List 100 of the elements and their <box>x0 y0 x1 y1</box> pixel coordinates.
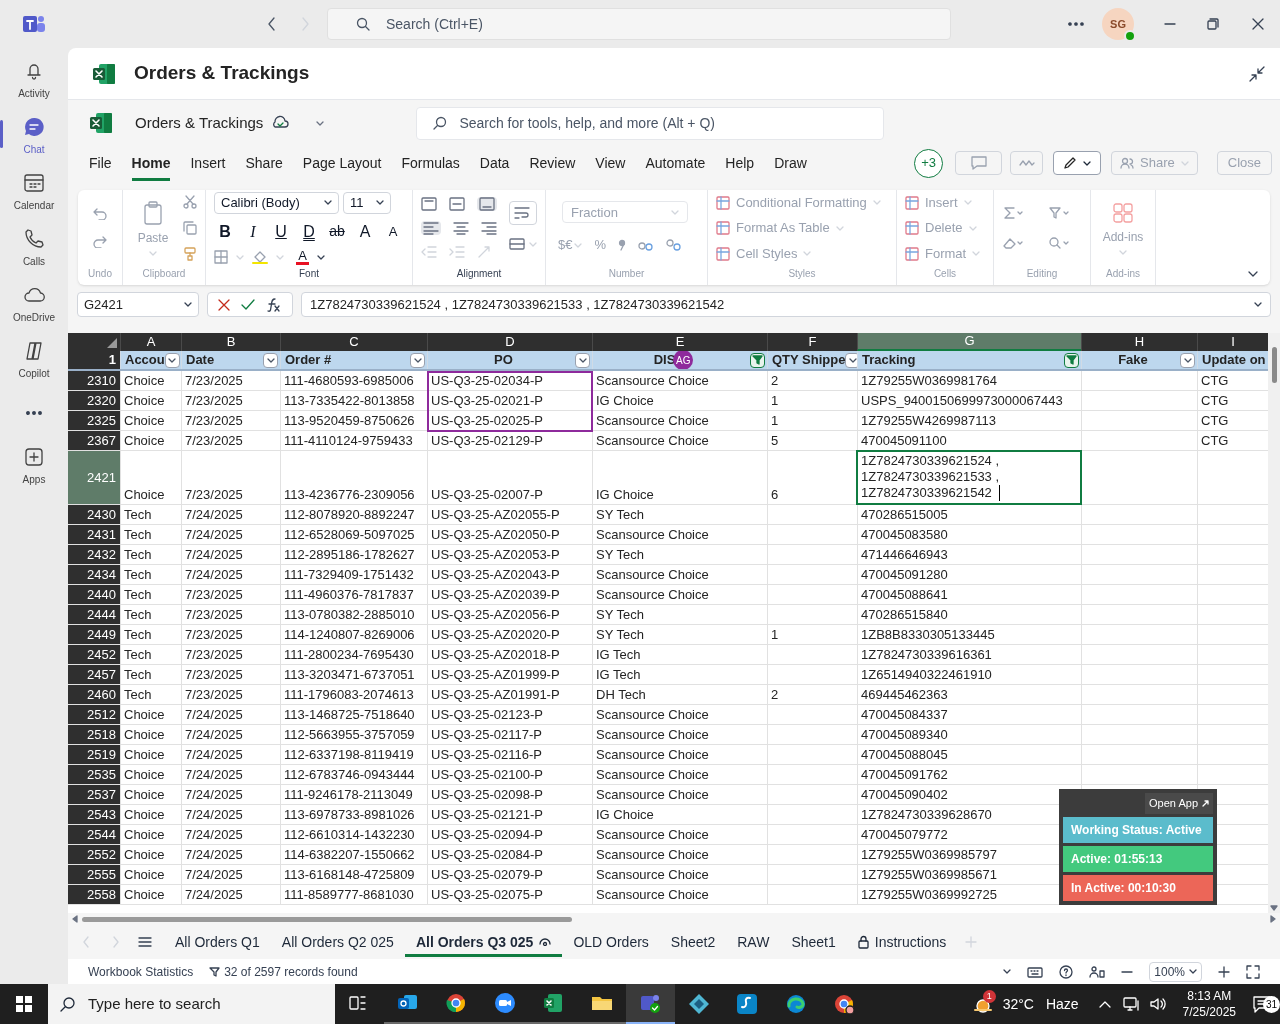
restore-icon[interactable] <box>1207 18 1219 30</box>
menu-tab[interactable]: Formulas <box>401 148 460 178</box>
show-hidden-icon[interactable] <box>1098 1000 1111 1008</box>
video-call-icon[interactable] <box>492 991 517 1015</box>
font-name-field[interactable]: Calibri (Body) <box>214 191 339 214</box>
script-app-icon[interactable] <box>735 992 760 1016</box>
row-header[interactable]: 2421 <box>68 451 120 504</box>
filter-button[interactable] <box>263 352 278 368</box>
sheet-tab[interactable]: Instructions <box>846 927 958 957</box>
filter-button[interactable] <box>845 352 857 368</box>
italic-button[interactable]: I <box>242 220 264 243</box>
chevron-down-icon[interactable] <box>1003 969 1012 974</box>
merge-icon[interactable] <box>509 237 525 251</box>
bold-button[interactable]: B <box>214 220 236 243</box>
filter-button[interactable] <box>575 352 590 368</box>
collapse-icon[interactable] <box>1248 64 1266 83</box>
column-header[interactable]: G <box>857 333 1081 351</box>
menu-tab[interactable]: Share <box>245 148 283 178</box>
formula-field[interactable]: 1Z7824730339621524 , 1Z7824730339621533 , 1Z7824730339621542 <box>301 292 1271 317</box>
filter-button[interactable] <box>1180 352 1195 368</box>
row-header[interactable]: 2518 <box>68 725 120 744</box>
filter-button[interactable] <box>164 352 180 368</box>
row-header[interactable]: 2310 <box>68 371 120 390</box>
font-color-button[interactable]: A <box>296 249 309 265</box>
sheet-tab[interactable]: Sheet2 <box>659 927 727 957</box>
filter-applied-button[interactable] <box>750 352 765 368</box>
zoom-level[interactable]: 100% <box>1149 961 1202 982</box>
comma-style-icon[interactable] <box>618 239 627 251</box>
strike-button[interactable]: ab <box>326 220 348 243</box>
chevron-down-icon[interactable] <box>848 357 857 363</box>
more-icon[interactable] <box>26 411 42 415</box>
workbook-statistics[interactable]: Workbook Statistics <box>88 962 194 981</box>
cut-icon[interactable] <box>183 195 197 209</box>
chevron-down-icon[interactable] <box>413 357 422 363</box>
vertical-scrollbar[interactable] <box>1268 333 1280 913</box>
zoom-out-icon[interactable] <box>1121 970 1134 973</box>
sheet-tab[interactable]: All Orders Q2 025 <box>270 927 405 957</box>
rail-item[interactable]: Apps <box>0 438 68 494</box>
align-center-icon[interactable] <box>453 221 469 235</box>
cancel-icon[interactable] <box>217 298 230 311</box>
back-icon[interactable] <box>267 17 277 31</box>
weather-widget[interactable]: 1 32°C Haze <box>972 993 1079 1015</box>
row-header[interactable]: 2543 <box>68 805 120 824</box>
row-header[interactable]: 2432 <box>68 545 120 564</box>
row-header[interactable]: 2535 <box>68 765 120 784</box>
chevron-down-icon[interactable] <box>376 200 384 205</box>
menu-tab[interactable]: Review <box>529 148 576 178</box>
sheet-tab[interactable]: OLD Orders <box>562 927 660 957</box>
grow-button[interactable]: A <box>354 220 376 243</box>
network-icon[interactable] <box>1122 996 1141 1012</box>
menu-tab[interactable]: Automate <box>645 148 706 178</box>
row-header[interactable]: 2434 <box>68 565 120 584</box>
rail-item[interactable]: Calls <box>0 220 68 276</box>
autosum-icon[interactable] <box>1002 206 1024 220</box>
align-left-icon[interactable] <box>423 221 439 235</box>
volume-icon[interactable] <box>1148 996 1167 1012</box>
windows-icon[interactable] <box>16 996 32 1012</box>
sheet-tab[interactable]: All Orders Q1 <box>164 927 271 957</box>
rail-item[interactable]: Copilot <box>0 332 68 388</box>
filter-applied-button[interactable] <box>1064 352 1079 368</box>
sort-filter-icon[interactable] <box>1048 206 1070 220</box>
expand-ribbon-icon[interactable] <box>1248 271 1258 277</box>
browser-profile-icon[interactable] <box>832 992 857 1016</box>
row-header[interactable]: 2449 <box>68 625 120 644</box>
align-bottom-icon[interactable] <box>479 197 495 211</box>
chevron-down-icon[interactable] <box>1183 357 1192 363</box>
shrink-button[interactable]: A <box>382 220 404 243</box>
underline-button[interactable]: U <box>270 220 292 243</box>
search-field[interactable]: Search (Ctrl+E) <box>327 8 951 40</box>
row-header[interactable]: 2519 <box>68 745 120 764</box>
chevron-down-icon[interactable] <box>1254 302 1262 307</box>
scroll-left-icon[interactable] <box>72 915 78 923</box>
menu-tab[interactable]: View <box>595 148 626 178</box>
help-icon[interactable] <box>1059 964 1074 979</box>
chevron-down-icon[interactable] <box>317 254 325 260</box>
menu-tab[interactable]: Help <box>725 148 755 178</box>
sheet-tab[interactable]: RAW <box>726 927 781 957</box>
wrap-text-icon[interactable] <box>514 206 530 220</box>
align-middle-icon[interactable] <box>449 197 465 211</box>
row-header[interactable]: 2512 <box>68 705 120 724</box>
taskbar-search[interactable]: Type here to search <box>48 984 335 1024</box>
chevron-down-icon[interactable] <box>578 357 587 363</box>
undo-icon[interactable] <box>93 208 107 220</box>
rail-item[interactable]: Activity <box>0 52 68 108</box>
chevron-down-icon[interactable] <box>168 357 177 363</box>
accessibility-icon[interactable] <box>1089 964 1106 979</box>
clock[interactable]: 8:13 AM 7/25/2025 <box>1174 988 1244 1020</box>
scroll-right-icon[interactable] <box>1270 915 1276 923</box>
double-button[interactable]: D <box>298 220 320 243</box>
rail-item[interactable]: Chat <box>0 108 68 164</box>
close-icon[interactable] <box>1252 18 1264 30</box>
select-all-icon[interactable] <box>106 337 118 349</box>
filter-button[interactable] <box>410 352 425 368</box>
align-right-icon[interactable] <box>481 221 497 235</box>
search-field[interactable]: Search for tools, help, and more (Alt + Q) <box>416 106 885 140</box>
chevron-down-icon[interactable] <box>266 357 275 363</box>
more-icon[interactable] <box>1068 22 1084 26</box>
rail-item[interactable]: Calendar <box>0 164 68 220</box>
row-header[interactable]: 2430 <box>68 505 120 524</box>
redo-icon[interactable] <box>93 236 107 248</box>
